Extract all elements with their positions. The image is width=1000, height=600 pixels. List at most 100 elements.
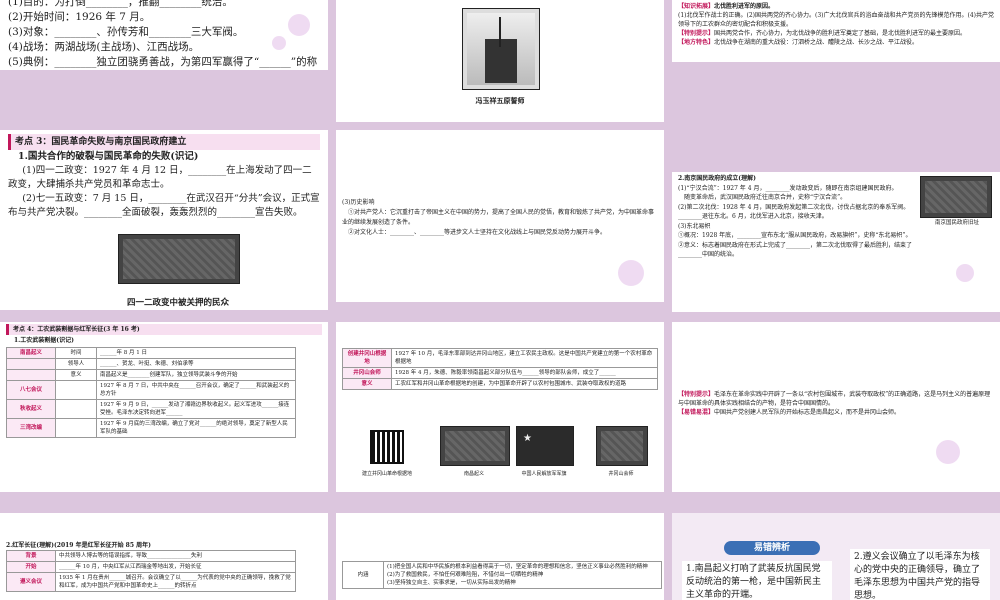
slide-historical-impact: (3)历史影响 ①对共产党人：它沉重打击了帝国主义在中国的势力，提高了全国人民的… [336,130,664,302]
slide-long-march: 2.红军长征(理解)(2019 年是红军长征开始 85 周年) 背景 中共领导人博… [0,513,328,600]
slide-revolution-failure: 考点 3：国民革命失败与南京国民政府建立 1.国共合作的破裂与国民革命的失败(识… [0,130,328,310]
table-row: 意义 工农红军和井冈山革命根据地的创建，为中国革命开辟了以农村包围城市、武装夺取政… [342,378,658,390]
subsection-title: 1.国共合作的破裂与国民革命的失败(识记) [18,151,199,162]
text-title: 2.红军长征(理解)(2019 年是红军长征开始 85 周年) [6,542,151,549]
text-line: (2)第二次北伐：1928 年 4 月，国民政府发起第二次北伐，讨伐占据北京的奉… [678,203,910,221]
section-heading: 考点 4：工农武装割据与红军长征(3 年 16 考) [6,324,322,335]
table-cell: 1927 年 9 月底的三湾改编，确立了党对______的绝对领导，奠定了新型人… [96,418,296,438]
table-label: 开始 [6,561,56,573]
text-line: 毛泽东在革命实践中开辟了一条以“农村包围城市，武装夺取政权”的正确道路，这是马列… [678,391,991,407]
tag-label: 【知识拓展】 [678,3,715,10]
text-line: (2)为了救国救民，不怕任何艰难险阻，不惜付出一切牺牲的精神 [387,572,544,578]
table-row: 领导人 ______、贺龙、叶挺、朱德、刘伯承等 [6,358,296,370]
text-line: (1)“宁汉合流”：1927 年 4 月，________发动政变后，随即在南京… [678,184,898,192]
photo-caption: 四一二政变中被关押的民众 [126,298,229,308]
table-row: 开始 ______年 10 月，中央红军从江西瑞金等地出发，开始长征 [6,561,296,573]
table-sublabel: 时间 [55,347,97,359]
text-block: 内涵 (1)把全国人民和中华民族的根本利益看得高于一切，坚定革命的理想和信念，坚… [336,513,664,591]
decor-bubble [618,260,644,286]
table-label: 遵义会议 [6,572,56,592]
table-sublabel [55,380,97,400]
table-label: 井冈山会师 [342,367,392,379]
slide-photo-wuyuan: 冯玉祥五原誓师 [336,0,664,122]
slide-northern-expedition: (1)目的：为打倒________，推翻________统治。 (2)开始时间：… [0,0,328,70]
table-cell: ______年 10 月，中央红军从江西瑞金等地出发，开始长征 [55,561,296,573]
table-row: 井冈山会师 1928 年 4 月，朱德、陈毅率领南昌起义部分队伍与______领导… [342,367,658,379]
slide-long-march-spirit: 内涵 (1)把全国人民和中华民族的根本利益看得高于一切，坚定革命的理想和信念，坚… [336,513,664,600]
table-cell: 工农红军和井冈山革命根据地的创建，为中国革命开辟了以农村包围城市、武装夺取政权的… [391,378,658,390]
table-row: 南昌起义 时间 ______年 8 月 1 日 [6,347,296,359]
error-card-2: 2.遵义会议确立了以毛泽东为核心的党中央的正确领导，确立了毛泽东思想为中国共产党… [850,549,990,600]
photo-caption: 南昌起义 [463,471,484,477]
text-line: 中国共产党创建人民军队的开始标志是南昌起义，而不是井冈山会师。 [714,409,901,416]
table-cell: 1927 年 10 月，毛泽东率部到达井冈山地区，建立工农民主政权。这是中国共产… [391,348,658,368]
text-line: 随变革命后，武汉国民政府迁往南京合并，史称“宁汉合流”。 [684,194,847,201]
text-line: ②意义：标志着国民政府在形式上完成了________，第二次北伐取得了最后胜利，… [678,241,913,259]
photo-army-flag: ★ [516,426,574,466]
table-label: 八七会议 [6,380,56,400]
table-cell: 中共领导人博古等的错误指挥，导致________________失利 [55,550,296,562]
text-line: (5)典例：________独立团骁勇善战，为第四军赢得了“______”的称号… [8,56,318,68]
text-line: ②对文化人士：________、________等进步文人士坚持在文化战线上与国… [348,229,607,236]
photo-caption: 中国人民解放军军旗 [521,471,567,477]
table-cell: ______年 8 月 1 日 [96,347,296,359]
table-row: 背景 中共领导人博古等的错误指挥，导致________________失利 [6,550,296,562]
text-line: (3)坚持独立自主、实事求是，一切从实际出发的精神 [387,580,516,586]
text-line: 国共两党合作，齐心协力，为北伐战争的胜利进军奠定了基础，是北伐胜利进军的最主要原… [714,30,967,37]
tag-label: 【地方特色】 [678,39,715,46]
table-label [6,358,56,370]
text-title: (3)历史影响 [342,199,375,206]
table-cell: 1935 年 1 月在贵州______城召开。会议确立了以______为代表的党… [55,572,296,592]
star-icon: ★ [523,433,532,444]
text-line: (1)目的：为打倒________，推翻________统治。 [8,0,233,8]
error-card-1: 1.南昌起义打响了武装反抗国民党反动统治的第一枪，是中国新民主主义革命的开端。 [682,561,832,600]
photo-nanchang-uprising [440,426,510,466]
photo-jinggangshan-meeting [596,426,648,466]
error-analysis-banner: 易错辨析 [724,541,820,555]
long-march-table: 背景 中共领导人博古等的错误指挥，导致________________失利 开始 __… [6,550,296,592]
text-block: 2.红军长征(理解)(2019 年是红军长征开始 85 周年) 背景 中共领导人博… [0,513,328,594]
table-label: 背景 [6,550,56,562]
table-label: 内涵 [342,561,384,589]
spirit-table: 内涵 (1)把全国人民和中华民族的根本利益看得高于一切，坚定革命的理想和信念，坚… [342,561,662,589]
decor-bubble [272,36,286,50]
text-title: 北伐胜利进军的原因。 [714,3,775,10]
photo-caption: 南京国民政府旧址 [934,220,979,226]
qr-code[interactable] [370,430,404,464]
table-row: 八七会议 1927 年 8 月 7 日，中共中央在______召开会议，确定了__… [6,380,296,400]
slide-armed-separatism: 考点 4：工农武装割据与红军长征(3 年 16 考) 1.工农武装割据(识记) … [0,322,328,492]
text-block: 创建井冈山根据地 1927 年 10 月，毛泽东率部到达井冈山地区，建立工农民主政… [336,322,664,390]
table-cell: 1927 年 8 月 7 日，中共中央在______召开会议，确定了______… [96,380,296,400]
table-sublabel [55,399,97,419]
text-line: (2)开始时间：1926 年 7 月。 [8,11,151,23]
table-row: 秋收起义 1927 年 9 月 9 日，______发动了湘赣边界秋收起义。起义军… [6,399,296,419]
text-title: 2.南京国民政府的成立(理解) [678,175,756,182]
text-block: 【特别提示】毛泽东在革命实践中开辟了一条以“农村包围城市，武装夺取政权”的正确道… [672,322,1000,419]
slide-error-analysis: 易错辨析 1.南昌起义打响了武装反抗国民党反动统治的第一枪，是中国新民主主义革命… [672,513,1000,600]
photo-april-twelve [118,234,240,284]
table-row: 创建井冈山根据地 1927 年 10 月，毛泽东率部到达井冈山地区，建立工农民主政… [342,348,658,368]
slide-jinggangshan: 创建井冈山根据地 1927 年 10 月，毛泽东率部到达井冈山地区，建立工农民主政… [336,322,664,492]
photo-wuyuan-oath [462,8,540,90]
tag-label: 【特别提示】 [678,391,715,398]
decor-bubble [956,264,974,282]
jinggangshan-table: 创建井冈山根据地 1927 年 10 月，毛泽东率部到达井冈山地区，建立工农民主政… [342,348,658,390]
table-label [6,369,56,381]
tag-label: 【易错易混】 [678,409,715,416]
table-sublabel [55,418,97,438]
text-block: 【知识拓展】北伐胜利进军的原因。 (1)北伐军作战士的正确。(2)国共两党的齐心… [672,0,1000,49]
table-cell: ______、贺龙、叶挺、朱德、刘伯承等 [96,358,296,370]
slide-special-tips: 【特别提示】毛泽东在革命实践中开辟了一条以“农村包围城市，武装夺取政权”的正确道… [672,322,1000,492]
decor-bubble [936,440,960,464]
table-cell: 1928 年 4 月，朱德、陈毅率领南昌起义部分队伍与______领导的部队会师… [391,367,658,379]
table-label: 三湾改编 [6,418,56,438]
text-line: (1)把全国人民和中华民族的根本利益看得高于一切，坚定革命的理想和信念，坚信正义… [387,564,648,570]
text-block: 考点 4：工农武装割据与红军长征(3 年 16 考) 1.工农武装割据(识记) … [0,322,328,440]
photo-nanjing-building [920,176,992,218]
table-label: 意义 [342,378,392,390]
text-line: ①对共产党人：它沉重打击了帝国主义在中国的势力，提高了全国人民的觉悟，教育和锻炼… [342,209,655,226]
text-line: (2)七一五政变：7 月 15 日，________在武汉召开“分共”会议，正式… [8,193,320,218]
section-heading: 考点 3：国民革命失败与南京国民政府建立 [8,134,320,150]
text-block: (3)历史影响 ①对共产党人：它沉重打击了帝国主义在中国的势力，提高了全国人民的… [336,130,664,240]
text-block: 考点 3：国民革命失败与南京国民政府建立 1.国共合作的破裂与国民革命的失败(识… [0,130,328,222]
